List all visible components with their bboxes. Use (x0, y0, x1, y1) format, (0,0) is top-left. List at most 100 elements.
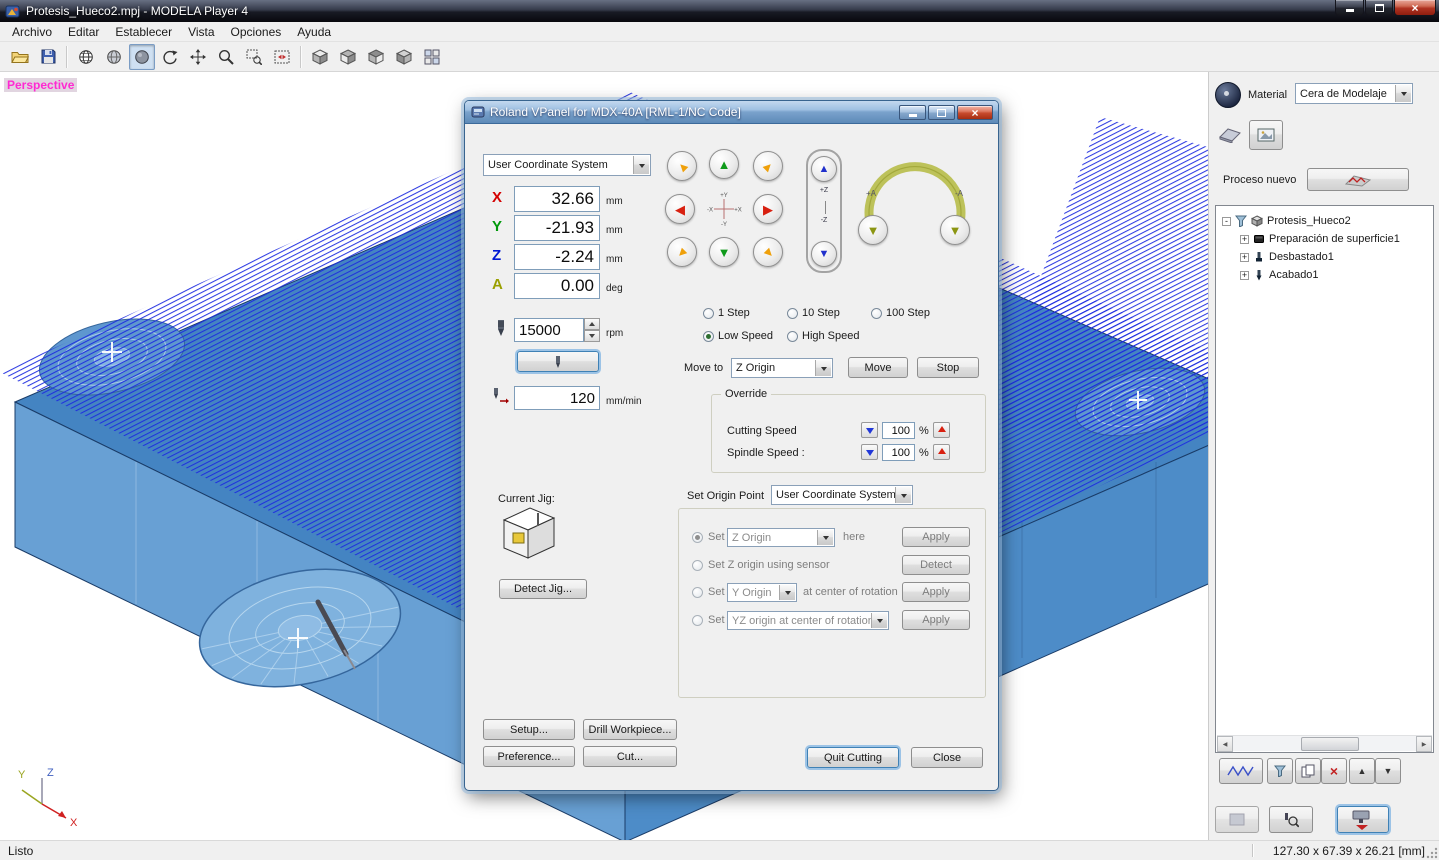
jog-xplus-yplus-button[interactable]: ▲ (753, 151, 783, 181)
delete-process-button[interactable]: × (1321, 758, 1347, 784)
quad-view-button[interactable] (419, 44, 445, 70)
iso-view-button-4[interactable] (391, 44, 417, 70)
collapse-toggle-icon[interactable]: - (1222, 216, 1231, 226)
cutting-speed-input[interactable]: 100 (882, 422, 915, 439)
dialog-close-action-button[interactable]: Close (911, 747, 983, 768)
menu-vista[interactable]: Vista (180, 23, 222, 41)
menu-opciones[interactable]: Opciones (223, 23, 290, 41)
center-axis-dropdown[interactable]: Y Origin (727, 583, 797, 602)
title-bar[interactable]: Protesis_Hueco2.mpj - MODELA Player 4 × (0, 0, 1439, 22)
jog-z-minus-button[interactable]: ▼ (811, 241, 837, 267)
copy-process-button[interactable] (1295, 758, 1321, 784)
wireframe-view-button[interactable] (73, 44, 99, 70)
yz-center-radio[interactable] (692, 615, 703, 626)
start-milling-button[interactable] (1337, 806, 1389, 833)
high-speed-radio[interactable] (787, 331, 798, 342)
spindle-rpm-input[interactable]: 15000 (514, 318, 584, 342)
open-file-button[interactable] (7, 44, 33, 70)
dialog-title-bar[interactable]: Roland VPanel for MDX-40A [RML-1/NC Code… (465, 101, 998, 124)
tree-root-row[interactable]: - Protesis_Hueco2 (1216, 212, 1433, 230)
fit-view-button[interactable] (269, 44, 295, 70)
expand-toggle-icon[interactable]: + (1240, 252, 1249, 262)
cut-button[interactable]: Cut... (583, 746, 677, 767)
low-speed-radio[interactable] (703, 331, 714, 342)
step-10-radio[interactable] (787, 308, 798, 319)
inspect-toolpath-button[interactable] (1269, 806, 1313, 833)
dialog-maximize-button[interactable] (928, 105, 955, 120)
menu-archivo[interactable]: Archivo (4, 23, 60, 41)
jog-xminus-yminus-button[interactable]: ▼ (667, 237, 697, 267)
apply-origin-button[interactable]: Apply (902, 527, 970, 547)
jog-a-plus-button[interactable]: ▼ (858, 215, 888, 245)
apply-yz-button[interactable]: Apply (902, 610, 970, 630)
yz-center-dropdown[interactable]: YZ origin at center of rotation (727, 611, 889, 630)
jog-z-plus-button[interactable]: ▲ (811, 156, 837, 182)
apply-center-button[interactable]: Apply (902, 582, 970, 602)
spindle-override-down-button[interactable] (861, 444, 878, 460)
origin-system-dropdown[interactable]: User Coordinate System (771, 485, 913, 505)
move-process-down-button[interactable]: ▼ (1375, 758, 1401, 784)
new-process-button[interactable] (1307, 168, 1409, 191)
spindle-override-up-button[interactable] (933, 444, 950, 460)
cutting-speed-down-button[interactable] (861, 422, 878, 438)
jog-xminus-yplus-button[interactable]: ▲ (667, 151, 697, 181)
sensor-origin-radio[interactable] (692, 560, 703, 571)
set-origin-here-radio[interactable] (692, 532, 703, 543)
spindle-override-input[interactable]: 100 (882, 444, 915, 461)
setup-button[interactable]: Setup... (483, 719, 575, 740)
iso-view-button-1[interactable] (307, 44, 333, 70)
scroll-left-button[interactable]: ◀ (1217, 736, 1233, 752)
zoom-window-button[interactable] (241, 44, 267, 70)
scrollbar-thumb[interactable] (1301, 737, 1359, 751)
preference-button[interactable]: Preference... (483, 746, 575, 767)
material-render-button[interactable] (1215, 82, 1241, 108)
iso-view-button-2[interactable] (335, 44, 361, 70)
jog-y-minus-button[interactable]: ▼ (709, 237, 739, 267)
zoom-view-button[interactable] (213, 44, 239, 70)
process-tree[interactable]: - Protesis_Hueco2 + Preparación de super… (1215, 205, 1434, 753)
close-button[interactable]: × (1394, 0, 1436, 16)
pan-view-button[interactable] (185, 44, 211, 70)
tree-item-finishing[interactable]: + Acabado1 (1216, 266, 1433, 284)
jog-xplus-yminus-button[interactable]: ▼ (753, 237, 783, 267)
jog-x-plus-button[interactable]: ▶ (753, 194, 783, 224)
spindle-start-stop-button[interactable] (517, 351, 599, 372)
save-file-button[interactable] (35, 44, 61, 70)
center-rotation-radio[interactable] (692, 587, 703, 598)
tree-horizontal-scrollbar[interactable]: ◀ ▶ (1217, 735, 1432, 752)
step-1-radio[interactable] (703, 308, 714, 319)
feed-rate-input[interactable]: 120 (514, 386, 600, 410)
cutting-speed-up-button[interactable] (933, 422, 950, 438)
eraser-tool-button[interactable] (1213, 120, 1247, 150)
move-to-dropdown[interactable]: Z Origin (731, 358, 833, 378)
spin-up-button[interactable] (584, 318, 600, 330)
preview-simulation-button[interactable] (1215, 806, 1259, 833)
move-button[interactable]: Move (848, 357, 908, 378)
jog-y-plus-button[interactable]: ▲ (709, 149, 739, 179)
dialog-close-button[interactable]: × (957, 105, 993, 120)
dialog-minimize-button[interactable] (899, 105, 926, 120)
expand-toggle-icon[interactable]: + (1240, 270, 1249, 280)
menu-ayuda[interactable]: Ayuda (289, 23, 339, 41)
quit-cutting-button[interactable]: Quit Cutting (807, 747, 899, 768)
create-toolpath-button[interactable] (1219, 758, 1263, 784)
spin-down-button[interactable] (584, 330, 600, 342)
detect-jig-button[interactable]: Detect Jig... (499, 579, 587, 599)
hidden-line-view-button[interactable] (101, 44, 127, 70)
resize-grip[interactable] (1426, 847, 1438, 859)
menu-editar[interactable]: Editar (60, 23, 107, 41)
process-filter-button[interactable] (1267, 758, 1293, 784)
workpiece-image-button[interactable] (1249, 120, 1283, 150)
tree-item-surfacing[interactable]: + Preparación de superficie1 (1216, 230, 1433, 248)
coordinate-system-dropdown[interactable]: User Coordinate System (483, 154, 651, 176)
origin-axis-dropdown[interactable]: Z Origin (727, 528, 835, 547)
jog-a-minus-button[interactable]: ▼ (940, 215, 970, 245)
minimize-button[interactable] (1335, 0, 1364, 16)
maximize-button[interactable] (1365, 0, 1393, 16)
tree-item-roughing[interactable]: + Desbastado1 (1216, 248, 1433, 266)
material-dropdown[interactable]: Cera de Modelaje (1295, 83, 1413, 104)
menu-establecer[interactable]: Establecer (107, 23, 180, 41)
drill-workpiece-button[interactable]: Drill Workpiece... (583, 719, 677, 740)
jog-x-minus-button[interactable]: ◀ (665, 194, 695, 224)
rotate-view-button[interactable] (157, 44, 183, 70)
